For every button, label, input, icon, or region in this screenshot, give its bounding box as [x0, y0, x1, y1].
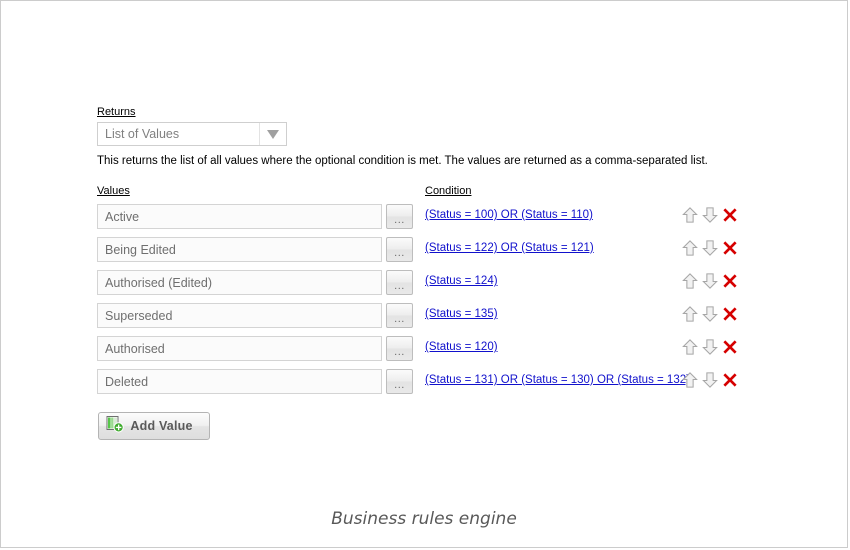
value-browse-button[interactable]: ...	[386, 303, 413, 328]
column-header-values: Values	[97, 185, 130, 197]
arrow-up-icon[interactable]	[680, 337, 699, 357]
delete-x-icon[interactable]	[720, 337, 739, 357]
values-table: ... (Status = 100) OR (Status = 110)... (S…	[97, 204, 747, 402]
value-browse-button[interactable]: ...	[386, 336, 413, 361]
value-browse-button[interactable]: ...	[386, 237, 413, 262]
returns-select-value: List of Values	[105, 127, 180, 141]
delete-x-icon[interactable]	[720, 205, 739, 225]
delete-x-icon[interactable]	[720, 370, 739, 390]
arrow-down-icon[interactable]	[700, 370, 719, 390]
arrow-down-icon[interactable]	[700, 337, 719, 357]
returns-description: This returns the list of all values wher…	[97, 155, 708, 167]
condition-link[interactable]: (Status = 135)	[425, 308, 498, 320]
arrow-up-icon[interactable]	[680, 271, 699, 291]
arrow-up-icon[interactable]	[680, 370, 699, 390]
value-input[interactable]	[97, 369, 382, 394]
chevron-down-icon[interactable]	[259, 123, 286, 145]
returns-select[interactable]: List of Values	[97, 122, 287, 146]
returns-field-group: Returns List of Values	[97, 106, 287, 146]
table-row: ... (Status = 122) OR (Status = 121)	[97, 237, 747, 270]
arrow-up-icon[interactable]	[680, 238, 699, 258]
column-header-condition: Condition	[425, 185, 472, 197]
row-actions	[680, 370, 739, 390]
table-row: ... (Status = 131) OR (Status = 130) OR (…	[97, 369, 747, 402]
arrow-up-icon[interactable]	[680, 304, 699, 324]
arrow-down-icon[interactable]	[700, 271, 719, 291]
add-value-label: Add Value	[130, 419, 193, 433]
page-root: Returns List of Values This returns the …	[0, 0, 848, 548]
row-actions	[680, 337, 739, 357]
row-actions	[680, 304, 739, 324]
value-input[interactable]	[97, 270, 382, 295]
table-row: ... (Status = 100) OR (Status = 110)	[97, 204, 747, 237]
add-value-icon	[106, 415, 124, 438]
row-actions	[680, 238, 739, 258]
condition-link[interactable]: (Status = 120)	[425, 341, 498, 353]
table-row: ... (Status = 120)	[97, 336, 747, 369]
condition-link[interactable]: (Status = 131) OR (Status = 130) OR (Sta…	[425, 374, 690, 386]
value-browse-button[interactable]: ...	[386, 204, 413, 229]
arrow-up-icon[interactable]	[680, 205, 699, 225]
row-actions	[680, 205, 739, 225]
page-caption: Business rules engine	[331, 509, 517, 529]
arrow-down-icon[interactable]	[700, 238, 719, 258]
arrow-down-icon[interactable]	[700, 205, 719, 225]
value-input[interactable]	[97, 336, 382, 361]
table-row: ... (Status = 135)	[97, 303, 747, 336]
table-row: ... (Status = 124)	[97, 270, 747, 303]
condition-link[interactable]: (Status = 122) OR (Status = 121)	[425, 242, 594, 254]
value-input[interactable]	[97, 204, 382, 229]
row-actions	[680, 271, 739, 291]
delete-x-icon[interactable]	[720, 304, 739, 324]
condition-link[interactable]: (Status = 100) OR (Status = 110)	[425, 209, 593, 221]
value-browse-button[interactable]: ...	[386, 270, 413, 295]
delete-x-icon[interactable]	[720, 271, 739, 291]
value-browse-button[interactable]: ...	[386, 369, 413, 394]
condition-link[interactable]: (Status = 124)	[425, 275, 498, 287]
arrow-down-icon[interactable]	[700, 304, 719, 324]
delete-x-icon[interactable]	[720, 238, 739, 258]
value-input[interactable]	[97, 303, 382, 328]
returns-label: Returns	[97, 106, 136, 118]
add-value-button[interactable]: Add Value	[98, 412, 210, 440]
value-input[interactable]	[97, 237, 382, 262]
